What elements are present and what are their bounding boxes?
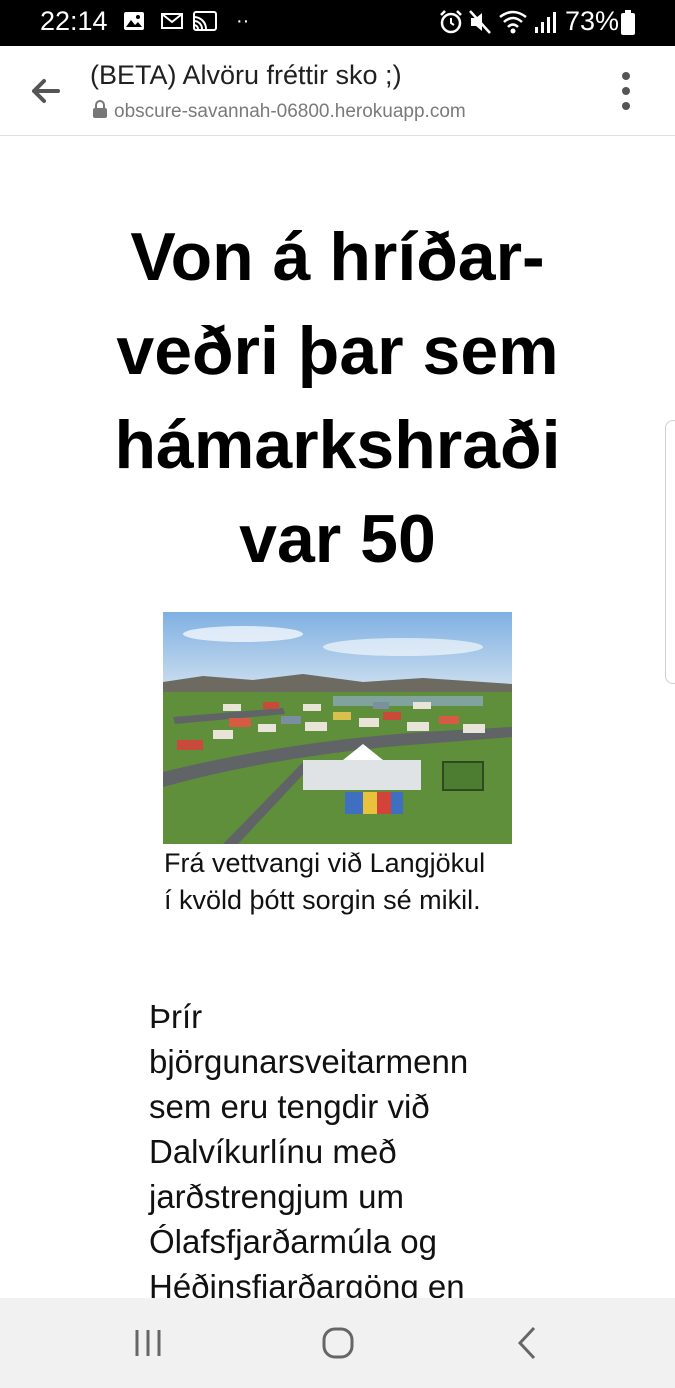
wifi-icon <box>498 9 528 40</box>
image-icon <box>122 9 146 38</box>
recent-apps-button[interactable] <box>118 1320 178 1366</box>
system-nav-bar <box>0 1298 675 1388</box>
image-caption: Frá vettvangi við Langjökul í kvöld þótt… <box>164 848 486 915</box>
back-button[interactable] <box>20 66 70 116</box>
more-vert-icon <box>622 72 630 110</box>
article-body: Þrír björgunarsveitarmenn sem eru tengdi… <box>149 998 469 1305</box>
url-bar[interactable]: obscure-savannah-06800.herokuapp.com <box>92 100 466 125</box>
status-bar: 22:14 ·· 73% <box>0 0 675 46</box>
browser-header: (BETA) Alvöru fréttir sko ;) obscure-sav… <box>0 46 675 136</box>
arrow-left-icon <box>32 79 60 103</box>
page-title: (BETA) Alvöru fréttir sko ;) <box>90 60 402 90</box>
cast-icon <box>192 9 218 38</box>
alarm-icon <box>438 9 464 40</box>
chevron-left-icon <box>517 1326 536 1360</box>
battery-percentage: 73% <box>565 6 620 36</box>
dots-icon: ·· <box>236 10 250 32</box>
mute-icon <box>468 9 492 40</box>
article-headline: Von á hríðar-veðri þar sem hámarkshraði … <box>114 219 561 577</box>
home-button[interactable] <box>308 1320 368 1366</box>
status-time: 22:14 <box>40 6 108 36</box>
more-options-button[interactable] <box>610 68 642 114</box>
scrollbar-handle[interactable] <box>665 420 675 684</box>
signal-icon <box>534 9 556 40</box>
recent-apps-icon <box>135 1330 161 1356</box>
article-image <box>163 612 512 844</box>
url-text: obscure-savannah-06800.herokuapp.com <box>114 101 466 122</box>
mail-icon <box>160 9 184 38</box>
village-aerial-photo <box>163 612 512 844</box>
battery-icon <box>620 10 636 41</box>
lock-icon <box>92 100 108 125</box>
home-icon <box>322 1327 354 1359</box>
back-nav-button[interactable] <box>498 1320 558 1366</box>
